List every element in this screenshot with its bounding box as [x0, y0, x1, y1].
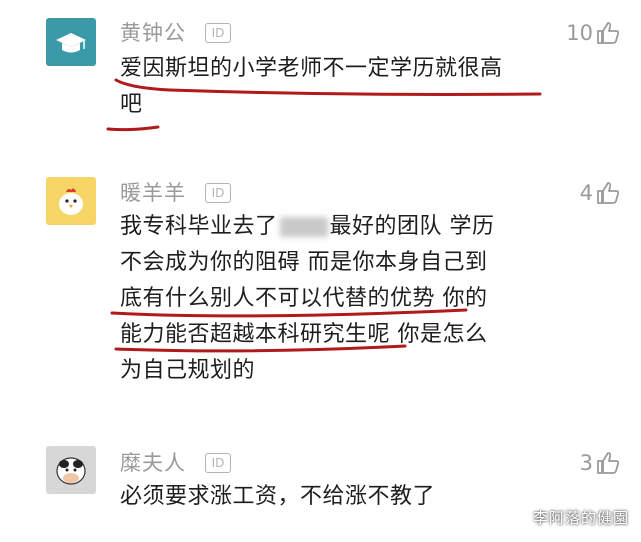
text-segment: 最好的团队 学历 [329, 214, 495, 239]
avatar[interactable] [46, 177, 96, 225]
id-badge: ID [205, 183, 231, 203]
username[interactable]: 黄钟公 [120, 20, 186, 46]
comment-text-line: 能力能否超越本科研究生呢 你是怎么 [120, 322, 488, 347]
thumbs-up-icon [597, 22, 620, 44]
comment-text-line: 不会成为你的阻碍 而是你本身自己到 [120, 250, 488, 275]
text-segment: 我专科毕业去了 [120, 214, 278, 239]
avatar[interactable] [46, 446, 96, 494]
username[interactable]: 糜夫人 [120, 450, 186, 476]
like-button[interactable]: 4 [580, 178, 621, 208]
comment-text-line: 必须要求涨工资，不给涨不教了 [120, 484, 436, 509]
graduation-cap-icon [56, 33, 86, 53]
avatar[interactable] [46, 18, 96, 66]
id-badge: ID [205, 453, 231, 473]
comment-text-line: 为自己规划的 [120, 358, 256, 383]
thumbs-up-icon [597, 182, 620, 204]
red-underline [106, 125, 160, 132]
like-count: 10 [566, 21, 593, 45]
like-button[interactable]: 10 [566, 18, 621, 48]
like-count: 4 [579, 181, 593, 205]
id-badge: ID [205, 23, 231, 43]
like-button[interactable]: 3 [580, 448, 621, 478]
thumbs-up-icon [597, 452, 620, 474]
comment-text-line: 爱因斯坦的小学老师不一定学历就很高 [120, 56, 503, 81]
cow-icon [56, 457, 86, 485]
chicken-icon [59, 188, 83, 215]
watermark: 李阿落的健園 [532, 509, 629, 527]
username[interactable]: 暖羊羊 [120, 180, 186, 206]
blurred-text [279, 217, 328, 237]
like-count: 3 [579, 451, 593, 475]
comment-text-line: 底有什么别人不可以代替的优势 你的 [120, 286, 488, 311]
comment-text-line: 我专科毕业去了 最好的团队 学历 [120, 212, 495, 242]
comment-text-line: 吧 [120, 92, 143, 117]
